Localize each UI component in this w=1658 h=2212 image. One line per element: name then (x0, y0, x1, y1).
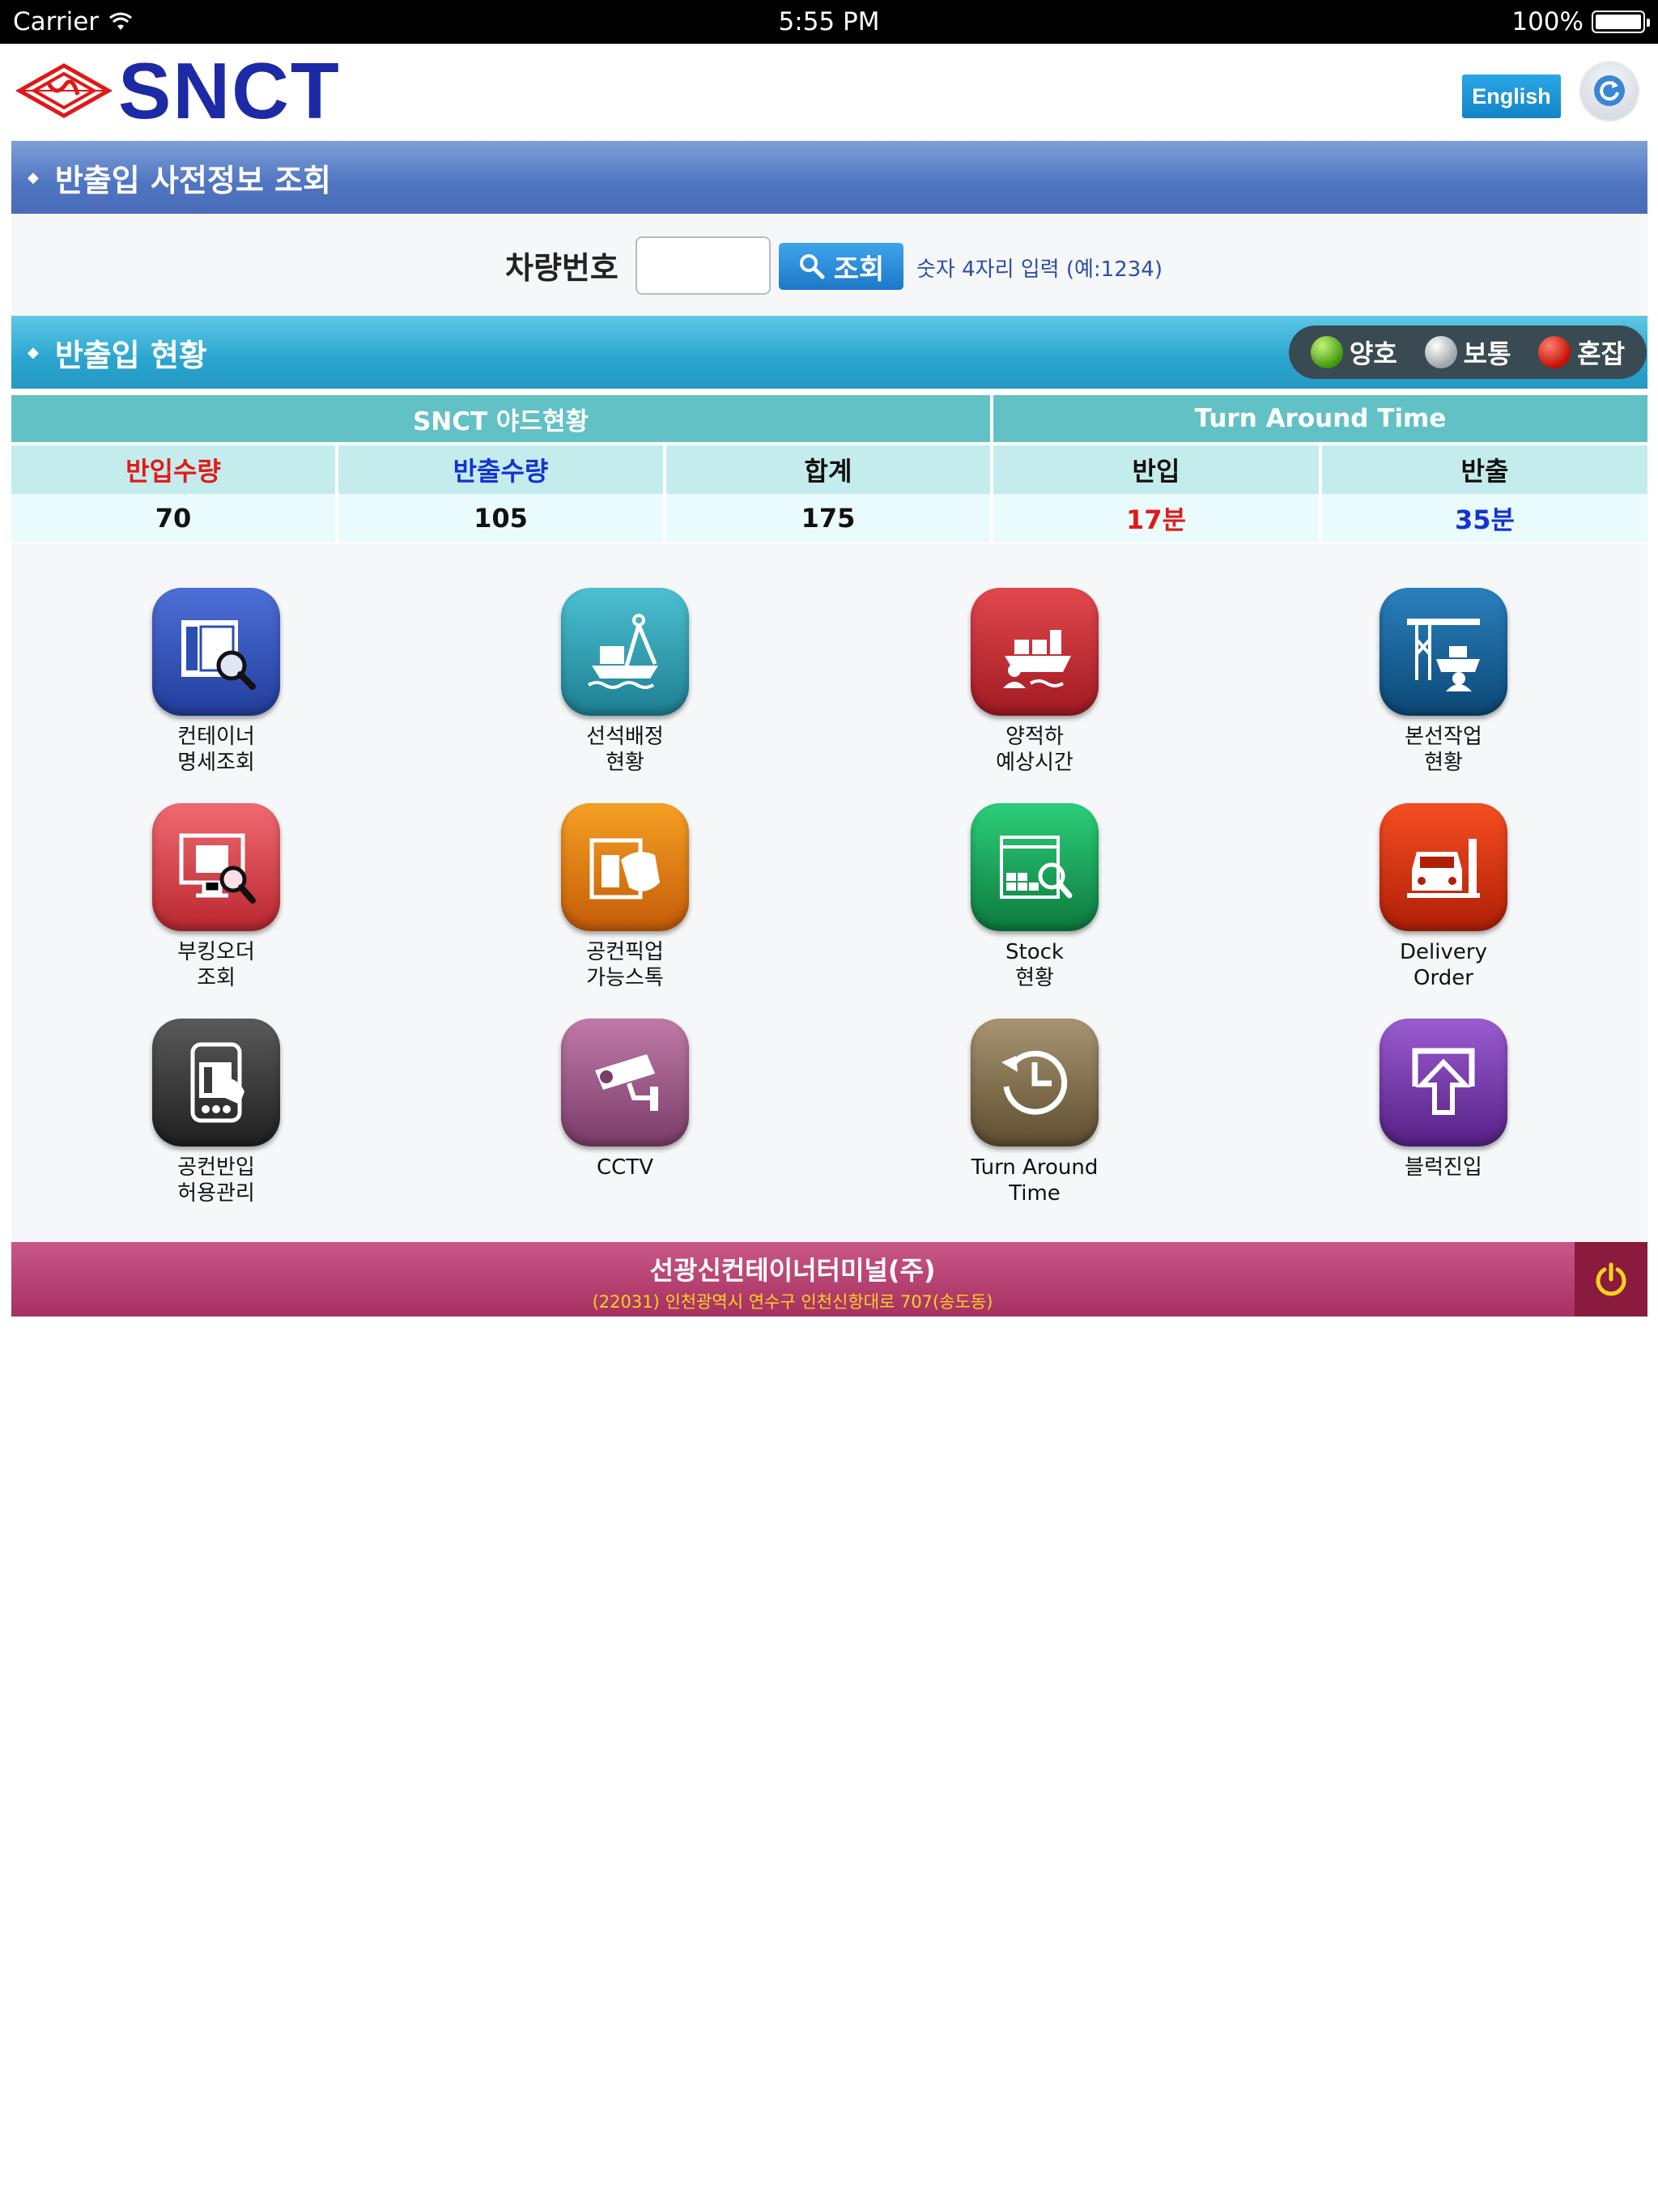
clock: 5:55 PM (778, 7, 880, 36)
menu-cctv-label: CCTV (597, 1155, 653, 1180)
search-icon (799, 254, 825, 279)
english-button[interactable]: English (1462, 74, 1561, 118)
vehicle-search-area: 차량번호 조회 숫자 4자리 입력 (예:1234) (11, 214, 1647, 316)
battery-area: 100% (1511, 7, 1650, 36)
menu-grid: 컨테이너 명세조회 선석배정 현황 양적하 예상시간 본선작업 현황 부킹오더 … (11, 544, 1647, 1242)
table-value-row: 70 105 175 17분 35분 (11, 494, 1647, 542)
red-dot-icon (1538, 336, 1571, 368)
header-tat-in: 반입 (993, 445, 1319, 494)
diamond-bullet-icon: ◆ (28, 343, 39, 361)
company-name: 선광신컨테이너터미널(주) (649, 1255, 936, 1286)
menu-empty-pickup[interactable]: 공컨픽업 가능스톡 (504, 803, 746, 991)
menu-booking-order[interactable]: 부킹오더 조회 (95, 803, 338, 991)
legend-congested-label: 혼잡 (1577, 338, 1626, 369)
menu-berth-status[interactable]: 선석배정 현황 (504, 588, 746, 776)
cctv-camera-icon (561, 1019, 689, 1146)
legend-good: 양호 (1310, 334, 1397, 371)
status-bar: Carrier 5:55 PM 100% (0, 0, 1658, 44)
berth-compass-icon (561, 588, 689, 716)
yard-status-table: SNCT 야드현황 Turn Around Time 반입수량 반출수량 합계 … (11, 395, 1647, 542)
ship-cargo-icon (971, 588, 1099, 716)
congestion-legend: 양호 보통 혼잡 (1289, 325, 1647, 379)
menu-delivery-order[interactable]: Delivery Order (1322, 803, 1565, 991)
yard-status-group-header: SNCT 야드현황 (11, 395, 990, 442)
power-icon (1596, 1262, 1626, 1296)
value-tat-out: 35분 (1322, 494, 1647, 542)
menu-container-search[interactable]: 컨테이너 명세조회 (95, 588, 338, 776)
refresh-icon (1594, 75, 1625, 106)
logo-text: SNCT (118, 46, 341, 135)
vehicle-number-label: 차량번호 (505, 250, 619, 286)
refresh-button[interactable] (1580, 62, 1639, 120)
menu-loading-eta-label: 양적하 예상시간 (996, 725, 1073, 775)
header-total: 합계 (666, 445, 990, 494)
tat-group-header: Turn Around Time (993, 395, 1647, 442)
value-out-count: 105 (338, 494, 663, 542)
menu-turn-around-time[interactable]: Turn Around Time (913, 1019, 1156, 1206)
menu-block-entry-label: 블럭진입 (1405, 1155, 1482, 1180)
snct-logo: SNCT (16, 46, 341, 135)
header-in-count: 반입수량 (11, 445, 335, 494)
stock-window-icon (971, 803, 1099, 931)
legend-congested: 혼잡 (1538, 334, 1625, 371)
menu-turn-around-time-label: Turn Around Time (971, 1155, 1099, 1206)
search-button-label: 조회 (833, 253, 885, 286)
table-group-row: SNCT 야드현황 Turn Around Time (11, 395, 1647, 442)
menu-vessel-work[interactable]: 본선작업 현황 (1322, 588, 1565, 776)
menu-block-entry[interactable]: 블럭진입 (1322, 1019, 1565, 1180)
header-out-count: 반출수량 (338, 445, 663, 494)
legend-good-label: 양호 (1349, 338, 1397, 369)
search-hint: 숫자 4자리 입력 (예:1234) (916, 257, 1163, 282)
menu-delivery-order-label: Delivery Order (1400, 940, 1487, 990)
menu-empty-pickup-label: 공컨픽업 가능스톡 (586, 940, 664, 990)
diamond-bullet-icon: ◆ (28, 168, 39, 186)
header-tat-out: 반출 (1322, 445, 1647, 494)
vehicle-number-input[interactable] (636, 236, 771, 295)
menu-berth-status-label: 선석배정 현황 (586, 725, 664, 775)
booking-search-icon (152, 803, 280, 931)
battery-percent: 100% (1511, 7, 1584, 36)
legend-normal-label: 보통 (1463, 338, 1511, 369)
container-search-icon (152, 588, 280, 716)
truck-gate-icon (1380, 803, 1507, 931)
menu-empty-carry-in[interactable]: 공컨반입 허용관리 (95, 1019, 338, 1206)
value-in-count: 70 (11, 494, 335, 542)
status-header: ◆ 반출입 현황 양호 보통 혼잡 (11, 316, 1647, 389)
search-button[interactable]: 조회 (779, 243, 903, 290)
value-tat-in: 17분 (993, 494, 1319, 542)
pre-info-title: 반출입 사전정보 조회 (54, 162, 331, 198)
pickup-hand-icon (561, 803, 689, 931)
status-title: 반출입 현황 (54, 337, 207, 373)
menu-booking-order-label: 부킹오더 조회 (177, 940, 255, 990)
phone-container-icon (152, 1019, 280, 1146)
upload-arrow-icon (1380, 1019, 1507, 1146)
company-address: (22031) 인천광역시 연수구 인천신항대로 707(송도동) (592, 1292, 993, 1312)
crane-ship-icon (1380, 588, 1507, 716)
menu-container-search-label: 컨테이너 명세조회 (177, 725, 255, 775)
battery-icon (1592, 11, 1650, 33)
footer-bar: 선광신컨테이너터미널(주) (22031) 인천광역시 연수구 인천신항대로 7… (11, 1242, 1647, 1317)
menu-empty-carry-in-label: 공컨반입 허용관리 (177, 1155, 255, 1206)
legend-normal: 보통 (1424, 334, 1511, 371)
menu-cctv[interactable]: CCTV (504, 1019, 746, 1180)
value-total: 175 (666, 494, 990, 542)
menu-stock-status[interactable]: Stock 현황 (913, 803, 1156, 991)
menu-stock-status-label: Stock 현황 (1005, 940, 1064, 990)
menu-loading-eta[interactable]: 양적하 예상시간 (913, 588, 1156, 776)
logout-button[interactable] (1575, 1242, 1647, 1317)
app-header: SNCT English (0, 44, 1658, 141)
table-header-row: 반입수량 반출수량 합계 반입 반출 (11, 442, 1647, 494)
menu-vessel-work-label: 본선작업 현황 (1405, 725, 1482, 775)
green-dot-icon (1310, 336, 1343, 368)
pre-info-header: ◆ 반출입 사전정보 조회 (11, 141, 1647, 214)
gray-dot-icon (1424, 336, 1457, 368)
logo-mark-icon (16, 63, 112, 118)
clock-arrow-icon (971, 1019, 1099, 1146)
